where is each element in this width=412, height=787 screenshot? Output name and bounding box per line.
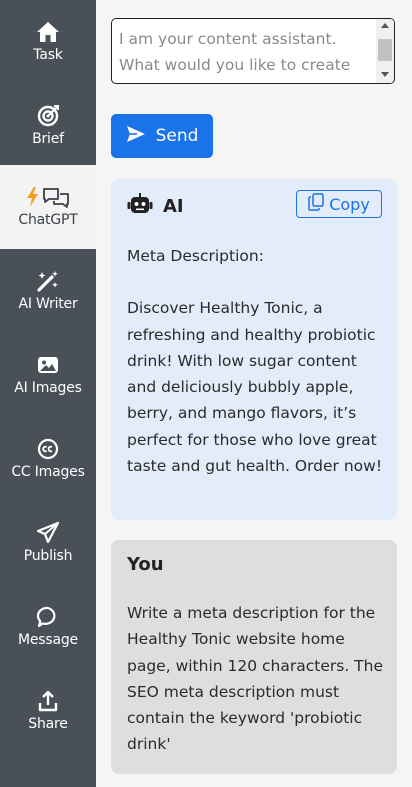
sidebar-item-share[interactable]: Share xyxy=(0,669,96,753)
sidebar-item-ai-writer[interactable]: AI Writer xyxy=(0,249,96,333)
sidebar-item-task[interactable]: Task xyxy=(0,0,96,84)
sidebar-item-cc-images[interactable]: CC Images xyxy=(0,417,96,501)
sidebar-item-label: AI Writer xyxy=(18,296,78,312)
sidebar-item-message[interactable]: Message xyxy=(0,585,96,669)
send-button[interactable]: Send xyxy=(111,114,213,158)
sidebar-item-chatgpt[interactable]: ChatGPT xyxy=(0,165,96,249)
sidebar-item-publish[interactable]: Publish xyxy=(0,501,96,585)
copy-icon xyxy=(308,193,324,215)
user-message-title: You xyxy=(127,554,164,575)
sidebar-item-label: AI Images xyxy=(14,380,82,396)
scroll-down-arrow-icon[interactable] xyxy=(381,72,389,77)
ai-message-title: AI xyxy=(163,195,184,217)
target-icon xyxy=(37,104,59,128)
send-button-label: Send xyxy=(155,126,199,146)
paper-plane-icon xyxy=(36,521,60,545)
prompt-input[interactable] xyxy=(112,19,376,83)
speech-bubble-icon xyxy=(37,605,59,629)
sidebar-item-label: Share xyxy=(28,716,68,732)
ai-message-header: AI xyxy=(127,193,184,219)
sidebar-item-label: Message xyxy=(18,632,78,648)
chat-bolt-icon xyxy=(24,185,72,209)
user-message-card: You Write a meta description for the Hea… xyxy=(111,540,397,774)
copy-button-label: Copy xyxy=(329,194,370,214)
sidebar: Task Brief ChatGPT AI Writer AI Images C… xyxy=(0,0,96,787)
ai-message-text: Discover Healthy Tonic, a refreshing and… xyxy=(127,299,383,476)
ai-message-body: Meta Description: Discover Healthy Tonic… xyxy=(127,243,385,479)
sidebar-item-brief[interactable]: Brief xyxy=(0,84,96,168)
prompt-box xyxy=(111,18,395,84)
copy-button[interactable]: Copy xyxy=(296,190,382,218)
ai-message-card: AI Copy Meta Description: Discover Healt… xyxy=(111,179,397,520)
sidebar-item-ai-images[interactable]: AI Images xyxy=(0,333,96,417)
sidebar-item-label: CC Images xyxy=(11,464,85,480)
magic-wand-icon xyxy=(36,269,60,293)
sidebar-item-label: Publish xyxy=(23,548,73,564)
main-panel: Send AI Copy Meta Description: Discover … xyxy=(96,0,412,787)
sidebar-item-label: ChatGPT xyxy=(18,212,78,228)
creative-commons-icon xyxy=(37,437,59,461)
send-icon xyxy=(126,125,146,148)
user-message-text: Write a meta description for the Healthy… xyxy=(127,604,383,754)
home-icon xyxy=(36,20,60,44)
sidebar-item-label: Task xyxy=(33,47,63,63)
robot-icon xyxy=(127,193,153,219)
image-icon xyxy=(37,353,59,377)
ai-message-heading: Meta Description: xyxy=(127,247,264,265)
upload-icon xyxy=(37,689,59,713)
prompt-scrollbar[interactable] xyxy=(376,19,394,83)
scroll-thumb[interactable] xyxy=(378,39,392,61)
sidebar-item-label: Brief xyxy=(32,131,64,147)
scroll-up-arrow-icon[interactable] xyxy=(381,23,389,28)
